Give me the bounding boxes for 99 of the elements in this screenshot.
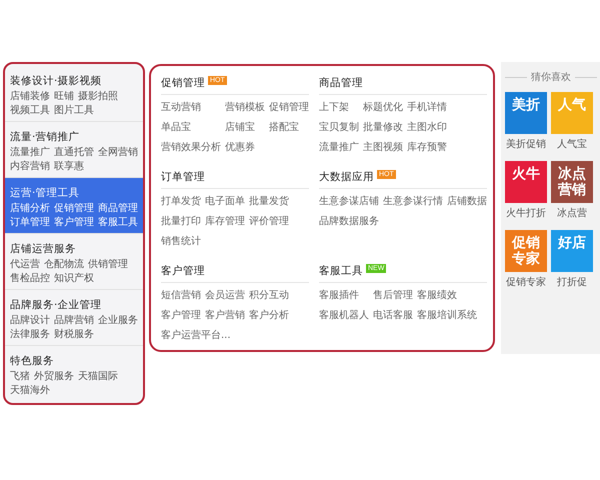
tool-link[interactable]: 单品宝 [161, 120, 221, 134]
app-logo[interactable]: 火牛 [505, 161, 547, 203]
app-logo[interactable]: 美折 [505, 92, 547, 134]
section-title: 大数据应用 [319, 170, 374, 184]
tool-link[interactable]: 客服机器人 [319, 308, 369, 322]
tool-link[interactable]: 评价管理 [249, 214, 289, 228]
tool-link[interactable]: 客户管理 [161, 308, 201, 322]
section-title: 客户管理 [161, 264, 205, 278]
tool-link[interactable]: 批量修改 [363, 120, 403, 134]
tool-link[interactable]: 生意参谋行情 [383, 194, 443, 208]
section-title: 客服工具 [319, 264, 363, 278]
app-name[interactable]: 打折促 [557, 275, 587, 289]
tool-link[interactable]: 营销模板 [225, 100, 265, 114]
tool-link[interactable]: 客户营销 [205, 308, 245, 322]
menu-link[interactable]: 天猫国际 [78, 370, 118, 383]
menu-group[interactable]: 装修设计·摄影视频 店铺装修 旺铺 摄影拍照 视频工具 图片工具 [5, 66, 143, 122]
section-title: 商品管理 [319, 76, 363, 90]
app-name[interactable]: 人气宝 [557, 137, 587, 151]
menu-link[interactable]: 外贸服务 [34, 370, 74, 383]
menu-link[interactable]: 摄影拍照 [78, 90, 118, 103]
menu-link[interactable]: 代运营 [10, 258, 40, 271]
tool-link[interactable]: 搭配宝 [269, 120, 309, 134]
group-title[interactable]: 装修设计·摄影视频 [10, 74, 102, 88]
tool-link[interactable]: 优惠券 [225, 140, 265, 154]
tool-link[interactable]: 打单发货 [161, 194, 201, 208]
menu-link[interactable]: 旺铺 [54, 90, 74, 103]
app-name[interactable]: 火牛打折 [506, 206, 546, 220]
app-logo[interactable]: 冰点 营销 [551, 161, 593, 203]
menu-link[interactable]: 财税服务 [54, 328, 94, 341]
menu-link[interactable]: 售检品控 [10, 272, 50, 285]
tool-link[interactable]: 批量发货 [249, 194, 289, 208]
tool-link[interactable]: 销售统计 [161, 234, 201, 248]
menu-link[interactable]: 图片工具 [54, 104, 94, 117]
section-title: 促销管理 [161, 76, 205, 90]
menu-link[interactable]: 订单管理 [10, 216, 50, 229]
tool-link[interactable]: 生意参谋店铺 [319, 194, 379, 208]
menu-link[interactable]: 联享惠 [54, 160, 84, 173]
menu-link[interactable]: 直通托管 [54, 146, 94, 159]
menu-link[interactable]: 天猫海外 [10, 384, 50, 397]
app-logo[interactable]: 好店 [551, 230, 593, 272]
section-title: 订单管理 [161, 170, 205, 184]
group-title[interactable]: 特色服务 [10, 354, 54, 368]
tool-link[interactable]: 库存管理 [205, 214, 245, 228]
tool-link[interactable]: 主图水印 [407, 120, 447, 134]
tool-link[interactable]: 互动营销 [161, 100, 221, 114]
tool-link[interactable]: 主图视频 [363, 140, 403, 154]
menu-link[interactable]: 店铺分析 [10, 202, 50, 215]
tool-link[interactable]: 库存预警 [407, 140, 447, 154]
group-title[interactable]: 流量·营销推广 [10, 130, 80, 144]
tool-link[interactable]: 客服插件 [319, 288, 369, 302]
menu-link[interactable]: 仓配物流 [44, 258, 84, 271]
app-name[interactable]: 促销专家 [506, 275, 546, 289]
group-title[interactable]: 店铺运营服务 [10, 242, 76, 256]
app-name[interactable]: 冰点营 [557, 206, 587, 220]
menu-link[interactable]: 品牌设计 [10, 314, 50, 327]
menu-link[interactable]: 促销管理 [54, 202, 94, 215]
menu-group[interactable]: 特色服务 飞猪 外贸服务 天猫国际 天猫海外 [5, 346, 143, 401]
tool-link[interactable]: 标题优化 [363, 100, 403, 114]
tool-link[interactable]: 会员运营 [205, 288, 245, 302]
tool-link[interactable]: 促销管理 [269, 100, 309, 114]
tool-link[interactable]: 营销效果分析 [161, 140, 221, 154]
menu-link[interactable]: 飞猪 [10, 370, 30, 383]
tool-link[interactable]: 售后管理 [373, 288, 413, 302]
tool-link[interactable]: 批量打印 [161, 214, 201, 228]
menu-group[interactable]: 店铺运营服务 代运营 仓配物流 供销管理 售检品控 知识产权 [5, 234, 143, 290]
tool-link[interactable]: 客户运营平台... [161, 328, 231, 342]
tool-link[interactable]: 手机详情 [407, 100, 447, 114]
menu-group[interactable]: 品牌服务·企业管理 品牌设计 品牌营销 企业服务 法律服务 财税服务 [5, 290, 143, 346]
panel-title: 猜你喜欢 [531, 70, 571, 84]
menu-link[interactable]: 品牌营销 [54, 314, 94, 327]
menu-link[interactable]: 知识产权 [54, 272, 94, 285]
tool-link[interactable]: 电话客服 [373, 308, 413, 322]
tool-link[interactable]: 客户分析 [249, 308, 289, 322]
tool-link[interactable]: 短信营销 [161, 288, 201, 302]
group-title[interactable]: 运营·管理工具 [10, 186, 80, 200]
app-name[interactable]: 美折促销 [506, 137, 546, 151]
group-title[interactable]: 品牌服务·企业管理 [10, 298, 102, 312]
tool-link[interactable]: 品牌数据服务 [319, 214, 379, 228]
menu-link[interactable]: 视频工具 [10, 104, 50, 117]
tool-link[interactable]: 店铺宝 [225, 120, 265, 134]
tool-link[interactable]: 客服绩效 [417, 288, 477, 302]
menu-link[interactable]: 企业服务 [98, 314, 138, 327]
menu-link[interactable]: 商品管理 [98, 202, 138, 215]
tool-link[interactable]: 电子面单 [205, 194, 245, 208]
tool-link[interactable]: 积分互动 [249, 288, 289, 302]
menu-link[interactable]: 全网营销 [98, 146, 138, 159]
menu-link[interactable]: 客服工具 [98, 216, 138, 229]
menu-link[interactable]: 法律服务 [10, 328, 50, 341]
tool-link[interactable]: 客服培训系统 [417, 308, 477, 322]
menu-link[interactable]: 客户管理 [54, 216, 94, 229]
menu-link[interactable]: 店铺装修 [10, 90, 50, 103]
tool-link[interactable]: 上下架 [319, 100, 359, 114]
menu-link[interactable]: 内容营销 [10, 160, 50, 173]
menu-link[interactable]: 流量推广 [10, 146, 50, 159]
menu-link[interactable]: 供销管理 [88, 258, 128, 271]
tool-link[interactable]: 流量推广 [319, 140, 359, 154]
menu-group[interactable]: 运营·管理工具 店铺分析 促销管理 商品管理 订单管理 客户管理 客服工具 [5, 178, 143, 234]
tool-link[interactable]: 宝贝复制 [319, 120, 359, 134]
tool-link[interactable]: 店铺数据 [447, 194, 487, 208]
